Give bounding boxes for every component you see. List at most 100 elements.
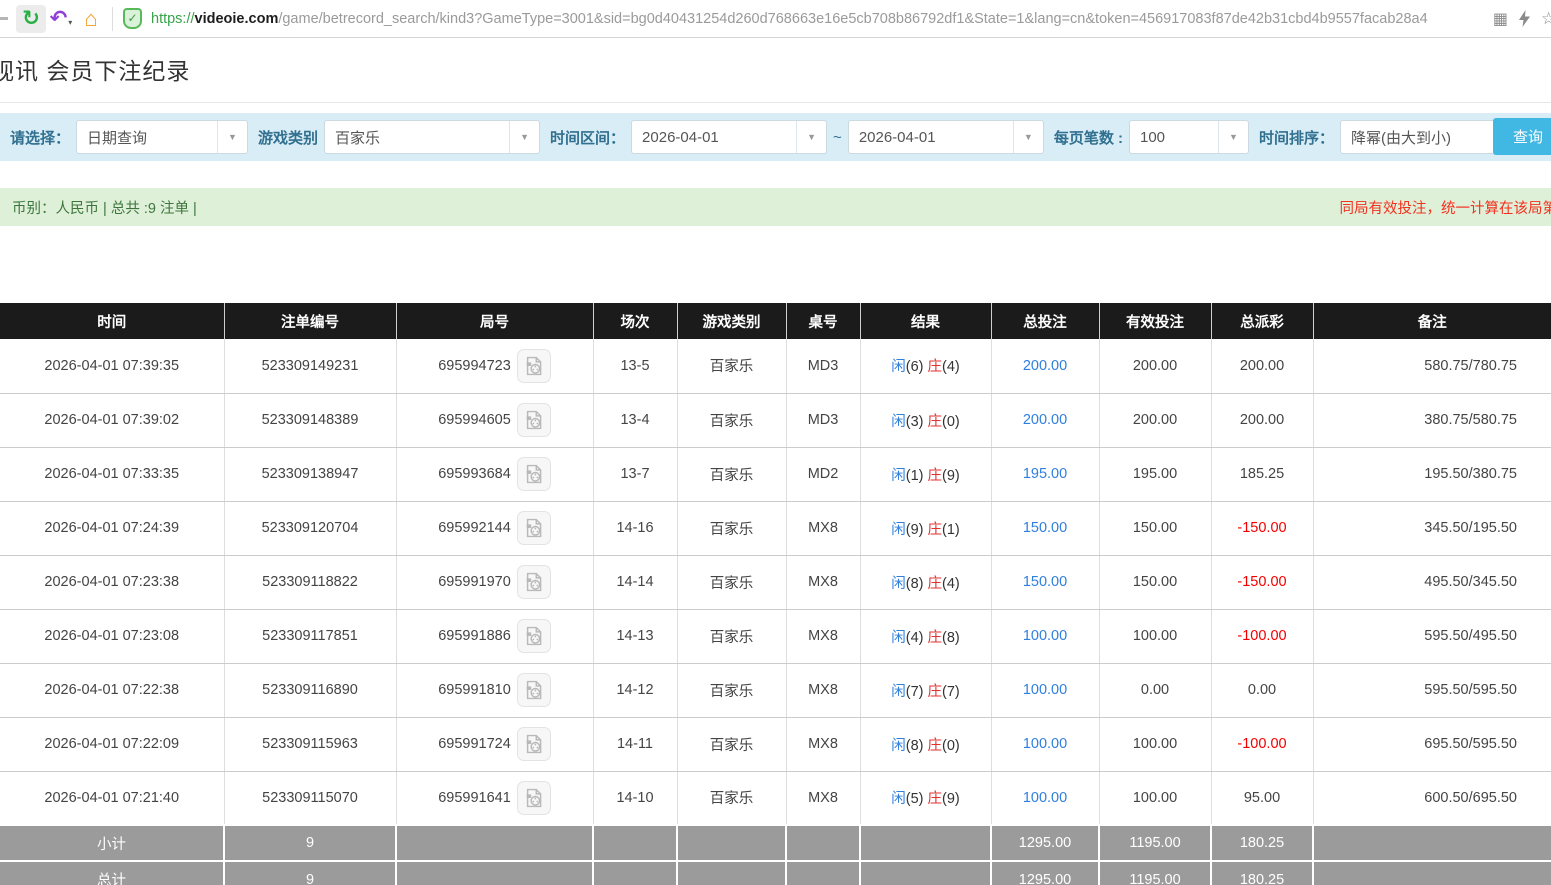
total-bet-link[interactable]: 195.00 xyxy=(1023,466,1067,482)
video-replay-button[interactable] xyxy=(517,565,551,599)
refresh-icon[interactable]: ↻ xyxy=(16,5,46,33)
footer-empty xyxy=(860,861,991,885)
undo-arrow-icon: ↶ xyxy=(50,6,68,31)
result-player: 闲 xyxy=(891,630,906,646)
result-cell: 闲(7) 庄(7) xyxy=(860,663,991,717)
result-banker: 庄 xyxy=(928,738,943,754)
bet-time: 2026-04-01 07:22:09 xyxy=(0,717,224,771)
date-range-tilde: ~ xyxy=(833,129,842,146)
total-bet-link[interactable]: 150.00 xyxy=(1023,520,1067,536)
page-size-select[interactable]: 100 ▼ xyxy=(1129,120,1249,154)
total-bet-link[interactable]: 100.00 xyxy=(1023,736,1067,752)
video-replay-button[interactable] xyxy=(517,457,551,491)
total-payout: 185.25 xyxy=(1211,447,1313,501)
result-player: 闲 xyxy=(891,468,906,484)
query-mode-select[interactable]: 日期查询 ▼ xyxy=(76,120,248,154)
bet-id: 523309149231 xyxy=(224,339,396,393)
footer-empty xyxy=(786,825,860,861)
total-payout: -100.00 xyxy=(1211,609,1313,663)
valid-bet: 150.00 xyxy=(1099,555,1211,609)
date-range-label: 时间区间： xyxy=(550,127,625,148)
lightning-icon[interactable] xyxy=(1518,10,1531,27)
session: 14-16 xyxy=(593,501,677,555)
date-from-value: 2026-04-01 xyxy=(632,121,796,153)
footer-count: 9 xyxy=(224,861,396,885)
result-banker-value: (4) xyxy=(942,359,960,375)
browser-toolbar: ↻ ↶ ▾ ⌂ ✓ https://videoie.com/game/betre… xyxy=(0,0,1551,38)
result-player-value: (4) xyxy=(906,630,924,646)
security-shield-icon[interactable]: ✓ xyxy=(123,8,142,29)
round-id: 695994723 xyxy=(438,358,511,374)
valid-bet: 150.00 xyxy=(1099,501,1211,555)
result-banker-value: (7) xyxy=(942,684,960,700)
bet-id: 523309138947 xyxy=(224,447,396,501)
total-payout: 0.00 xyxy=(1211,663,1313,717)
back-icon[interactable] xyxy=(0,17,8,20)
result-cell: 闲(8) 庄(4) xyxy=(860,555,991,609)
round-cell: 695991724 xyxy=(396,717,593,771)
result-banker-value: (0) xyxy=(942,414,960,430)
video-replay-button[interactable] xyxy=(517,511,551,545)
total-bet-link[interactable]: 100.00 xyxy=(1023,628,1067,644)
round-id: 695991724 xyxy=(438,736,511,752)
table-row: 2026-04-01 07:23:38523309118822695991970… xyxy=(0,555,1551,609)
bookmark-star-icon[interactable]: ☆ xyxy=(1541,9,1551,29)
filter-bar: 请选择： 日期查询 ▼ 游戏类别 百家乐 ▼ 时间区间： 2026-04-01 … xyxy=(0,113,1551,161)
game-type-select[interactable]: 百家乐 ▼ xyxy=(324,120,540,154)
footer-total-payout: 180.25 xyxy=(1211,861,1313,885)
result-player: 闲 xyxy=(891,791,906,807)
video-replay-button[interactable] xyxy=(517,673,551,707)
result-banker-value: (0) xyxy=(942,738,960,754)
result-player-value: (9) xyxy=(906,522,924,538)
valid-bet: 200.00 xyxy=(1099,393,1211,447)
bet-id: 523309117851 xyxy=(224,609,396,663)
address-bar[interactable]: https://videoie.com/game/betrecord_searc… xyxy=(151,11,1487,27)
date-from-select[interactable]: 2026-04-01 ▼ xyxy=(631,120,827,154)
column-header-1: 注单编号 xyxy=(224,303,396,339)
result-cell: 闲(3) 庄(0) xyxy=(860,393,991,447)
video-replay-button[interactable] xyxy=(517,619,551,653)
footer-label: 总计 xyxy=(0,861,224,885)
select-mode-label: 请选择： xyxy=(10,127,70,148)
url-scheme: https:// xyxy=(151,11,195,27)
total-bet-link[interactable]: 150.00 xyxy=(1023,574,1067,590)
video-replay-button[interactable] xyxy=(517,727,551,761)
round-cell: 695994605 xyxy=(396,393,593,447)
chevron-down-icon: ▼ xyxy=(1013,121,1043,153)
game-type-label: 游戏类别 xyxy=(258,127,318,148)
round-id: 695991886 xyxy=(438,628,511,644)
round-cell: 695991641 xyxy=(396,771,593,825)
table-row: 2026-04-01 07:33:35523309138947695993684… xyxy=(0,447,1551,501)
chevron-down-icon: ▼ xyxy=(509,121,539,153)
video-replay-button[interactable] xyxy=(517,349,551,383)
result-banker: 庄 xyxy=(928,791,943,807)
result-cell: 闲(1) 庄(9) xyxy=(860,447,991,501)
game-type: 百家乐 xyxy=(677,771,786,825)
home-icon[interactable]: ⌂ xyxy=(76,5,106,33)
total-bet-link[interactable]: 100.00 xyxy=(1023,682,1067,698)
total-bet-link[interactable]: 200.00 xyxy=(1023,358,1067,374)
qr-code-icon[interactable]: ▦ xyxy=(1493,9,1508,29)
total-bet-link[interactable]: 100.00 xyxy=(1023,790,1067,806)
note: 595.50/595.50 xyxy=(1313,663,1551,717)
table-id: MX8 xyxy=(786,609,860,663)
total-bet-link[interactable]: 200.00 xyxy=(1023,412,1067,428)
game-type: 百家乐 xyxy=(677,447,786,501)
video-replay-button[interactable] xyxy=(517,403,551,437)
footer-total-payout: 180.25 xyxy=(1211,825,1313,861)
video-replay-button[interactable] xyxy=(517,781,551,815)
result-banker-value: (8) xyxy=(942,630,960,646)
table-header-row: 时间注单编号局号场次游戏类别桌号结果总投注有效投注总派彩备注 xyxy=(0,303,1551,339)
result-cell: 闲(6) 庄(4) xyxy=(860,339,991,393)
undo-caret-icon: ▾ xyxy=(68,18,72,27)
date-to-select[interactable]: 2026-04-01 ▼ xyxy=(848,120,1044,154)
result-player: 闲 xyxy=(891,576,906,592)
column-header-9: 总派彩 xyxy=(1211,303,1313,339)
search-button[interactable]: 查询 xyxy=(1493,118,1551,155)
undo-icon[interactable]: ↶ ▾ xyxy=(46,5,76,33)
footer-empty xyxy=(786,861,860,885)
round-id: 695992144 xyxy=(438,520,511,536)
footer-note xyxy=(1313,861,1551,885)
time-sort-label: 时间排序： xyxy=(1259,127,1334,148)
note: 345.50/195.50 xyxy=(1313,501,1551,555)
